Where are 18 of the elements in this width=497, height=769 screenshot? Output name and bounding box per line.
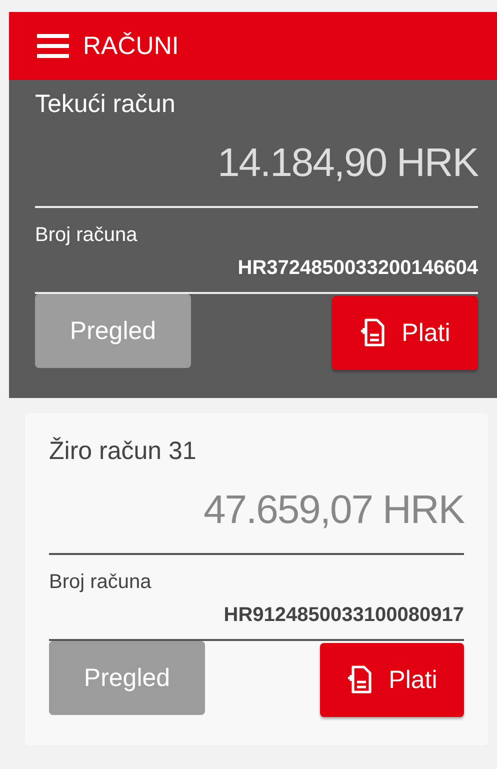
account-number: HR9124850033100080917 [222,604,464,627]
document-add-icon [360,318,386,348]
account-card[interactable]: Žiro račun 31 47.659,07 HRK Broj računa HR9124850033100080917 Pregled Plati [25,413,488,745]
menu-icon[interactable] [37,34,69,58]
pay-button[interactable]: Plati [332,296,478,370]
account-card[interactable]: Tekući račun 14.184,90 HRK Broj računa HR3724850033200146604 Pregled Plati [9,80,497,398]
account-balance: 47.659,07 HRK [202,488,464,533]
account-name: Tekući račun [35,90,176,119]
screen-title: RAČUNI [83,32,179,60]
account-name: Žiro račun 31 [49,437,198,466]
account-number-label: Broj računa [35,224,138,247]
account-number-label: Broj računa [49,571,152,594]
account-balance: 14.184,90 HRK [216,141,478,186]
view-button[interactable]: Pregled [49,641,205,715]
pay-button[interactable]: Plati [320,643,464,717]
account-number: HR3724850033200146604 [236,257,478,280]
view-button[interactable]: Pregled [35,294,191,368]
document-add-icon [346,665,373,695]
